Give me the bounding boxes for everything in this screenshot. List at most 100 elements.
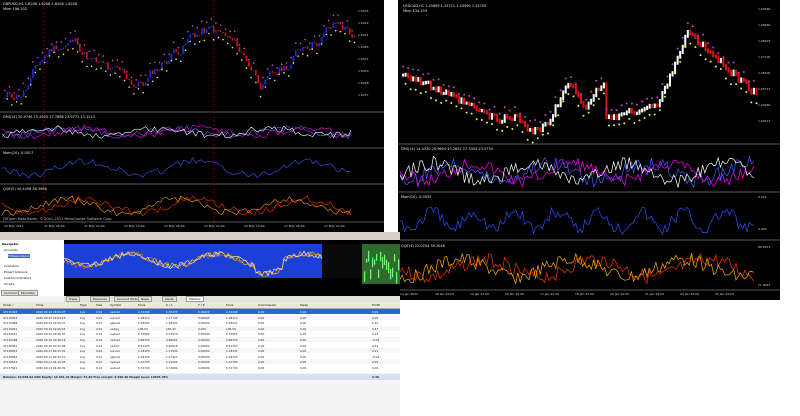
trail-dot-upper: [702, 33, 705, 36]
column-header[interactable]: Time: [36, 303, 43, 307]
mini-chart-histogram: [362, 244, 400, 284]
table-row[interactable]: 47115931 2020.09.10 19:55:55 buy 0.01 usdjpy…: [0, 325, 400, 331]
trail-dot-lower: [531, 141, 534, 144]
candle: [39, 62, 41, 65]
column-header[interactable]: Symbol: [110, 303, 121, 307]
candle: [264, 80, 267, 85]
column-header[interactable]: Price: [226, 303, 233, 307]
trail-dot-lower: [404, 82, 407, 85]
table-cell: 0.00: [258, 343, 265, 348]
candle: [437, 86, 440, 93]
candle: [712, 50, 715, 58]
trail-dot-upper: [427, 72, 430, 75]
candle: [287, 68, 290, 71]
candle: [463, 97, 466, 105]
mini-chart[interactable]: [64, 240, 400, 296]
trail-dot-lower: [34, 71, 37, 74]
candle: [597, 87, 600, 92]
column-header[interactable]: Order /: [3, 303, 14, 307]
candle: [50, 48, 53, 52]
candle: [266, 75, 269, 81]
table-cell: buy: [80, 349, 86, 354]
trail-dot-lower: [592, 104, 595, 107]
left-time-tick: 16 May 14:00: [244, 224, 265, 228]
trail-dot-lower: [582, 114, 585, 117]
candle: [562, 90, 565, 101]
mini-chart-bar: [378, 269, 380, 278]
table-row[interactable]: 47137021 2020.09.11 04:26:01 buy 0.01 audusd…: [0, 365, 400, 370]
table-cell: eurusd: [110, 349, 120, 354]
table-cell: 2020.09.11 04:10:45: [36, 360, 66, 365]
table-cell: 1.28126: [138, 354, 150, 359]
nav-tab-favorites[interactable]: Favorites: [18, 290, 38, 296]
column-header[interactable]: Swap: [300, 303, 308, 307]
trail-dot-upper: [452, 86, 455, 89]
column-header[interactable]: T / P: [198, 303, 205, 307]
trail-dot-upper: [41, 51, 44, 54]
table-row[interactable]: 47128662 2020.09.11 00:22:10 buy 0.01 gbpusd…: [0, 353, 400, 359]
tree-item-custom-indicators[interactable]: Custom Indicators: [4, 276, 31, 280]
candle: [605, 82, 608, 120]
trail-dot-lower: [633, 122, 636, 125]
tree-item-indicators[interactable]: Indicators: [4, 264, 19, 268]
tree-item-scripts[interactable]: Scripts: [4, 282, 14, 286]
navigator-panel: Navigator Accounts FXOpen-Demo Indicator…: [0, 240, 65, 296]
table-row[interactable]: 47128653 2020.09.11 00:21:50 buy 0.01 eurusd…: [0, 348, 400, 354]
column-header[interactable]: Size: [96, 303, 102, 307]
candle: [229, 36, 231, 39]
table-cell: buy: [80, 354, 86, 359]
table-row[interactable]: 47120241 2020.09.10 20:26:07 buy 0.01 audusd…: [0, 331, 400, 337]
trail-dot-upper: [574, 83, 577, 86]
table-row[interactable]: 47115888 2020.09.10 19:55:27 buy 0.01 gbpusd…: [0, 320, 400, 326]
mini-chart-bar: [376, 253, 378, 261]
candle: [137, 81, 140, 87]
table-row[interactable]: 47015404 2020.09.10 18:52:07 buy 0.01 usdcad…: [0, 309, 400, 314]
trail-dot-upper: [201, 20, 203, 22]
trail-dot-upper: [215, 22, 217, 24]
table-row[interactable]: 47136551 2020.09.11 04:10:45 buy 0.01 usdcad…: [0, 359, 400, 365]
left-chart-window[interactable]: GBPUSD,H1 1.6208 1.6208 1.6208 1.6208 Mk…: [0, 0, 384, 232]
column-header[interactable]: Price: [138, 303, 145, 307]
candle: [128, 78, 130, 81]
candle: [15, 94, 18, 100]
table-cell: 0.01: [96, 360, 103, 365]
table-row[interactable]: 47120398 2020.09.10 20:46:19 buy 0.01 nzdusd…: [0, 337, 400, 342]
trail-dot-lower: [128, 86, 130, 88]
table-cell: 0.00: [300, 360, 307, 365]
candle: [285, 65, 288, 70]
trail-dot-lower: [250, 76, 252, 79]
mini-chart-bar: [392, 267, 394, 278]
trail-dot-upper: [727, 61, 730, 64]
candle: [707, 48, 710, 54]
table-cell: 0.00: [258, 360, 265, 365]
table-cell: 0.04: [372, 360, 379, 365]
candle: [491, 113, 493, 120]
tree-item-accounts[interactable]: Accounts: [4, 248, 18, 252]
table-row[interactable]: 47120461 2020.09.10 20:52:08 buy 0.01 usdchf…: [0, 342, 400, 348]
right-chart-window[interactable]: USDCAD,H1 1.25699 1.25711 1.25590 1.2570…: [398, 0, 780, 300]
column-header[interactable]: Profit: [372, 303, 380, 307]
trail-dot-lower: [506, 126, 509, 129]
candle: [625, 110, 628, 116]
candle: [32, 68, 34, 78]
trail-dot-lower: [72, 47, 74, 50]
trail-dot-upper: [539, 121, 542, 124]
column-header[interactable]: S / L: [166, 303, 173, 307]
column-header[interactable]: Commission: [258, 303, 276, 307]
trail-dot-upper: [564, 77, 567, 80]
tree-item-experts[interactable]: Expert Advisors: [4, 270, 28, 274]
table-cell: 0.00: [258, 332, 265, 337]
trail-dot-lower: [100, 67, 102, 70]
column-header[interactable]: Type: [80, 303, 87, 307]
tree-item-account-demo[interactable]: FXOpen-Demo: [8, 254, 30, 258]
candle: [194, 33, 196, 37]
left-time-tick: 17 May 22:00: [324, 224, 345, 228]
trail-dot-upper: [569, 76, 572, 79]
candle: [215, 29, 217, 33]
table-cell: 0.00000: [198, 310, 210, 314]
table-cell: -0.02: [372, 354, 380, 359]
trail-dot-lower: [217, 36, 220, 39]
trail-dot-lower: [133, 92, 135, 95]
trail-dot-lower: [161, 68, 163, 71]
table-row[interactable]: 47115034 2020.09.10 19:04:16 buy 0.01 eurusd…: [0, 314, 400, 320]
